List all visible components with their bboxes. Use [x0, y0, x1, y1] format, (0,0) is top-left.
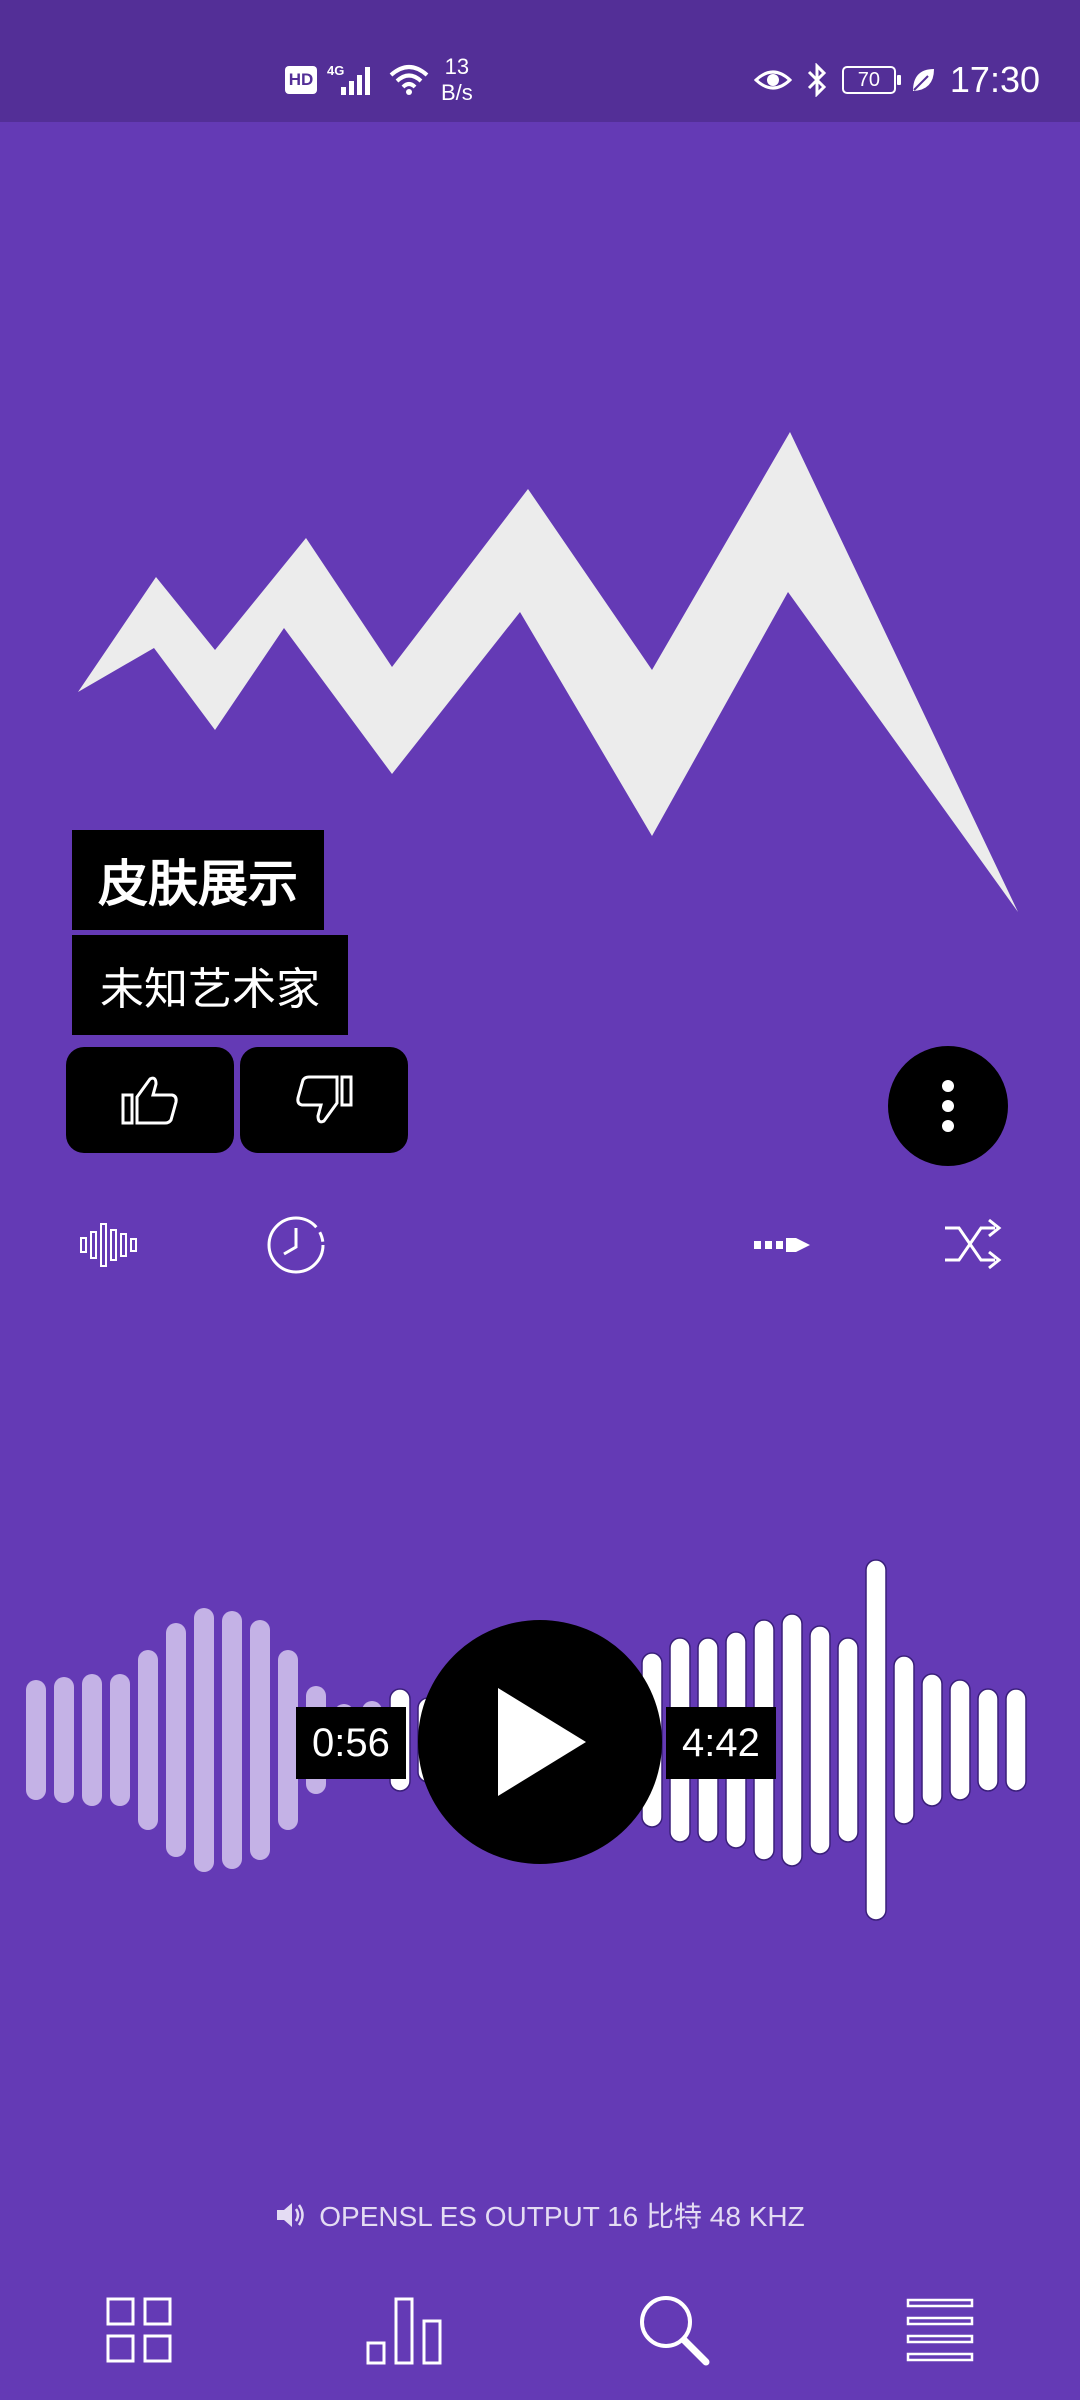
- thumbs-down-icon: [296, 1075, 353, 1124]
- play-icon: [498, 1688, 586, 1796]
- nav-search[interactable]: [634, 2290, 714, 2370]
- nav-charts[interactable]: [366, 2290, 446, 2370]
- waveform-bar: [54, 1677, 74, 1803]
- network-speed-unit: B/s: [441, 80, 473, 105]
- waveform-bar: [194, 1608, 214, 1872]
- waveform-icon: [80, 1223, 137, 1267]
- waveform-bar: [949, 1679, 971, 1801]
- shuffle-button[interactable]: [932, 1210, 1012, 1280]
- menu-icon: [906, 2298, 974, 2362]
- wifi-icon: [389, 65, 429, 95]
- elapsed-time: 0:56: [296, 1707, 406, 1779]
- hd-icon: HD: [285, 66, 317, 94]
- waveform-bar: [809, 1625, 831, 1855]
- repeat-next-icon: [754, 1238, 810, 1252]
- waveform-bar: [893, 1655, 915, 1825]
- waveform-bar: [82, 1674, 102, 1806]
- nav-menu[interactable]: [900, 2290, 980, 2370]
- eye-icon: [753, 70, 792, 90]
- waveform-bar: [1005, 1688, 1027, 1792]
- network-speed-value: 13: [444, 54, 470, 79]
- bluetooth-icon: [807, 63, 827, 97]
- leaf-icon: [912, 69, 934, 91]
- waveform-button[interactable]: [70, 1210, 150, 1280]
- waveform-bar: [250, 1620, 270, 1860]
- waveform-bar: [781, 1613, 803, 1867]
- waveform-bar: [278, 1650, 298, 1830]
- battery-icon: 70: [841, 66, 901, 94]
- waveform-bar: [110, 1674, 130, 1806]
- repeat-mode-button[interactable]: [742, 1210, 822, 1280]
- waveform-bar: [222, 1611, 242, 1869]
- more-vertical-icon: [942, 1080, 954, 1132]
- grid-icon: [106, 2297, 172, 2363]
- track-artist: 未知艺术家: [72, 935, 348, 1035]
- bar-chart-icon: [366, 2297, 442, 2365]
- network-speed: 13 B/s: [441, 54, 473, 106]
- network-type-label: 4G: [327, 63, 344, 78]
- sleep-timer-button[interactable]: [256, 1210, 336, 1280]
- nav-library[interactable]: [99, 2290, 179, 2370]
- status-time: 17:30: [949, 59, 1040, 100]
- waveform-bar: [26, 1680, 46, 1800]
- audio-output-info: OPENSL ES OUTPUT 16 比特 48 KHZ: [0, 2190, 1080, 2240]
- waveform-bar: [138, 1650, 158, 1830]
- thumbs-up-icon: [121, 1076, 178, 1125]
- audio-output-label: OPENSL ES OUTPUT 16 比特 48 KHZ: [319, 2201, 805, 2232]
- total-duration: 4:42: [666, 1707, 776, 1779]
- signal-icon: 4G: [327, 63, 370, 95]
- like-button[interactable]: [66, 1047, 234, 1153]
- waveform-bar: [865, 1559, 887, 1921]
- battery-level: 70: [857, 68, 881, 91]
- waveform-bar: [166, 1623, 186, 1857]
- more-options-button[interactable]: [888, 1046, 1008, 1166]
- search-icon: [640, 2296, 710, 2366]
- dislike-button[interactable]: [240, 1047, 408, 1153]
- status-bar-right: 70 17:30: [753, 50, 1040, 110]
- waveform-bar: [977, 1688, 999, 1792]
- waveform-bar: [837, 1637, 859, 1843]
- speaker-icon: [277, 2203, 304, 2227]
- timer-icon: [267, 1216, 325, 1274]
- play-button[interactable]: [418, 1620, 662, 1864]
- shuffle-icon: [945, 1218, 1002, 1270]
- status-bar: HD 4G 13 B/s 70 17:30: [0, 0, 1080, 122]
- status-bar-left: HD 4G 13 B/s: [285, 50, 473, 110]
- track-title: 皮肤展示: [72, 830, 324, 930]
- waveform-bar: [921, 1673, 943, 1807]
